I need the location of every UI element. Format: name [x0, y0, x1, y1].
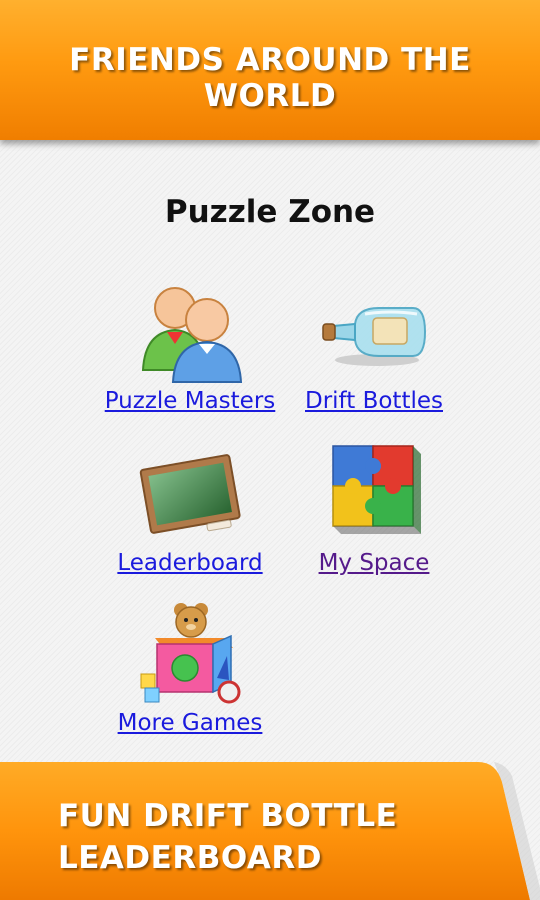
drift-bottles-tile[interactable]: Drift Bottles: [292, 278, 456, 414]
footer-line-2: LEADERBOARD: [58, 840, 322, 876]
drift-bottles-link[interactable]: Drift Bottles: [305, 388, 443, 414]
page-title: Puzzle Zone: [164, 194, 376, 230]
leaderboard-link[interactable]: Leaderboard: [117, 550, 262, 576]
users-icon[interactable]: [137, 278, 243, 384]
leaderboard-tile[interactable]: Leaderboard: [90, 440, 290, 576]
banner-title: FRIENDS AROUND THE WORLD: [69, 42, 471, 114]
puzzle-masters-link[interactable]: Puzzle Masters: [105, 388, 276, 414]
footer-line-1: FUN DRIFT BOTTLE: [58, 798, 398, 834]
bottle-icon[interactable]: [321, 278, 427, 384]
puzzle-zone-panel: Puzzle Zone Puzzle Masters Drift Bottles: [0, 150, 540, 750]
my-space-link[interactable]: My Space: [319, 550, 430, 576]
chalkboard-icon[interactable]: [137, 440, 243, 546]
more-games-tile[interactable]: More Games: [90, 600, 290, 736]
puzzle-masters-tile[interactable]: Puzzle Masters: [90, 278, 290, 414]
my-space-tile[interactable]: My Space: [292, 440, 456, 576]
more-games-link[interactable]: More Games: [118, 710, 263, 736]
puzzle-icon[interactable]: [321, 440, 427, 546]
toybox-icon[interactable]: [137, 600, 243, 706]
bottom-banner: FUN DRIFT BOTTLE LEADERBOARD: [0, 758, 540, 900]
top-banner: FRIENDS AROUND THE WORLD: [0, 0, 540, 140]
